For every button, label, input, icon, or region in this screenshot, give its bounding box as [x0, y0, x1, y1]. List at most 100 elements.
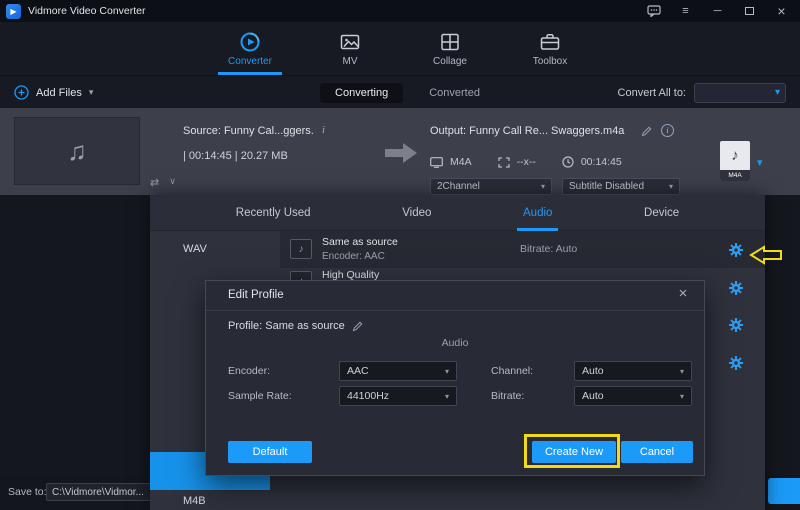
- output-meta: M4A --x-- 00:14:45: [430, 156, 622, 168]
- main-nav: Converter MV Collage Toolbox: [0, 22, 800, 75]
- maximize-icon: [745, 7, 754, 15]
- tab-converted[interactable]: Converted: [429, 87, 480, 99]
- channel-select[interactable]: Auto ▾: [574, 361, 692, 381]
- toolbox-icon: [539, 31, 561, 53]
- nav-label-collage: Collage: [433, 56, 467, 67]
- source-label: Source: Funny Cal...ggers.: [183, 125, 314, 137]
- minimize-icon: ─: [714, 5, 722, 17]
- channel-value: Auto: [582, 365, 604, 377]
- sample-rate-select[interactable]: 44100Hz ▾: [339, 386, 457, 406]
- toolbar: Add Files ▾ Converting Converted Convert…: [0, 75, 800, 108]
- swap-icon[interactable]: ⇄: [150, 176, 159, 189]
- dialog-title: Edit Profile: [228, 289, 284, 301]
- profile-row-same-as-source[interactable]: ♪ Same as source Encoder: AAC Bitrate: A…: [280, 231, 765, 268]
- dialog-divider: [206, 310, 704, 311]
- chevron-down-icon: ▾: [680, 392, 684, 401]
- profile-encoder: Encoder: AAC: [322, 251, 385, 262]
- settings-gear-icon[interactable]: [728, 317, 744, 333]
- converter-icon: [239, 31, 261, 53]
- profile-thumb-icon: ♪: [290, 239, 312, 259]
- collage-icon: [439, 31, 461, 53]
- section-label-audio: Audio: [206, 337, 704, 349]
- panel-tab-video[interactable]: Video: [402, 195, 431, 231]
- convert-all-group: Convert All to: ▾: [618, 76, 786, 109]
- dialog-close-button[interactable]: ×: [674, 285, 692, 302]
- edit-pencil-icon[interactable]: [352, 320, 364, 332]
- nav-tab-mv[interactable]: MV: [315, 22, 385, 75]
- resolution-value: --x--: [517, 156, 536, 168]
- encoder-value: AAC: [347, 365, 369, 377]
- source-info-icon[interactable]: i: [322, 124, 325, 136]
- subtitle-select[interactable]: Subtitle Disabled ▾: [562, 178, 680, 195]
- chevron-down-icon: ▾: [775, 87, 780, 98]
- chevron-down-icon: ▾: [541, 182, 545, 191]
- encoder-label: Encoder:: [228, 361, 270, 381]
- convert-all-select[interactable]: ▾: [694, 83, 786, 103]
- app-logo-icon: ▶: [6, 4, 21, 19]
- bitrate-select[interactable]: Auto ▾: [574, 386, 692, 406]
- minimize-button[interactable]: ─: [705, 0, 730, 22]
- convert-all-label: Convert All to:: [618, 87, 686, 99]
- save-to-label: Save to:: [8, 486, 47, 498]
- feedback-icon: [647, 5, 661, 17]
- dialog-profile-line: Profile: Same as source: [228, 320, 364, 332]
- nav-tab-collage[interactable]: Collage: [415, 22, 485, 75]
- sample-rate-value: 44100Hz: [347, 390, 389, 402]
- channel-value: 2Channel: [437, 181, 480, 192]
- settings-gear-icon[interactable]: [728, 355, 744, 371]
- nav-tab-toolbox[interactable]: Toolbox: [515, 22, 585, 75]
- panel-tab-audio[interactable]: Audio: [523, 195, 552, 231]
- default-button[interactable]: Default: [228, 441, 312, 463]
- nav-label-toolbox: Toolbox: [533, 56, 567, 67]
- nav-label-converter: Converter: [228, 56, 272, 67]
- format-dropdown-caret-icon[interactable]: ▾: [757, 156, 763, 169]
- edit-pencil-icon[interactable]: [641, 125, 653, 137]
- edit-profile-dialog: Edit Profile × Profile: Same as source A…: [205, 280, 705, 476]
- cancel-button[interactable]: Cancel: [621, 441, 693, 463]
- encoder-select[interactable]: AAC ▾: [339, 361, 457, 381]
- format-item-m4b[interactable]: M4B: [150, 490, 280, 510]
- app-window: ▶ Vidmore Video Converter ≡ ─ × Converte…: [0, 0, 800, 510]
- format-panel-tabs: Recently Used Video Audio Device: [150, 195, 765, 231]
- close-icon: ×: [777, 3, 785, 19]
- chevron-down-icon: ▾: [445, 367, 449, 376]
- panel-tab-device[interactable]: Device: [644, 195, 679, 231]
- mv-icon: [339, 31, 361, 53]
- chevron-down-icon: ▾: [445, 392, 449, 401]
- file-thumbnail: ♫: [14, 117, 140, 185]
- file-item-row: ♫ Source: Funny Cal...ggers. i | 00:14:4…: [0, 108, 800, 195]
- output-info-icon[interactable]: i: [661, 124, 674, 137]
- convert-all-button-partial[interactable]: [768, 478, 800, 504]
- settings-gear-icon[interactable]: [728, 242, 744, 258]
- profile-label: Profile: Same as source: [228, 320, 345, 332]
- output-format-thumb[interactable]: ♪ M4A: [720, 141, 750, 181]
- bitrate-value: Auto: [582, 390, 604, 402]
- feedback-button[interactable]: [641, 0, 666, 22]
- clock-icon: [562, 156, 574, 168]
- panel-tab-recently-used[interactable]: Recently Used: [236, 195, 311, 231]
- sample-rate-label: Sample Rate:: [228, 386, 292, 406]
- menu-icon: ≡: [682, 5, 688, 17]
- nav-label-mv: MV: [343, 56, 358, 67]
- channel-label: Channel:: [491, 361, 533, 381]
- chevron-down-icon: ▾: [680, 367, 684, 376]
- maximize-button[interactable]: [737, 0, 762, 22]
- channel-select[interactable]: 2Channel ▾: [430, 178, 552, 195]
- titlebar: ▶ Vidmore Video Converter ≡ ─ ×: [0, 0, 800, 22]
- collapse-chevron-icon[interactable]: ∨: [169, 176, 176, 189]
- annotation-highlight-box: [524, 434, 620, 468]
- close-button[interactable]: ×: [769, 0, 794, 22]
- tab-converting[interactable]: Converting: [320, 83, 403, 103]
- format-thumb-label: M4A: [720, 170, 750, 181]
- format-item-wav[interactable]: WAV: [150, 231, 280, 268]
- music-note-icon: ♫: [67, 136, 87, 167]
- chevron-down-icon: ▾: [669, 182, 673, 191]
- resolution-icon: [498, 157, 510, 168]
- menu-button[interactable]: ≡: [673, 0, 698, 22]
- settings-gear-icon[interactable]: [728, 280, 744, 296]
- music-note-icon: ♪: [720, 141, 750, 170]
- nav-tab-converter[interactable]: Converter: [215, 22, 285, 75]
- duration-value: 00:14:45: [581, 156, 622, 168]
- annotation-arrow-icon: [748, 244, 784, 266]
- format-badge: M4A: [450, 156, 472, 168]
